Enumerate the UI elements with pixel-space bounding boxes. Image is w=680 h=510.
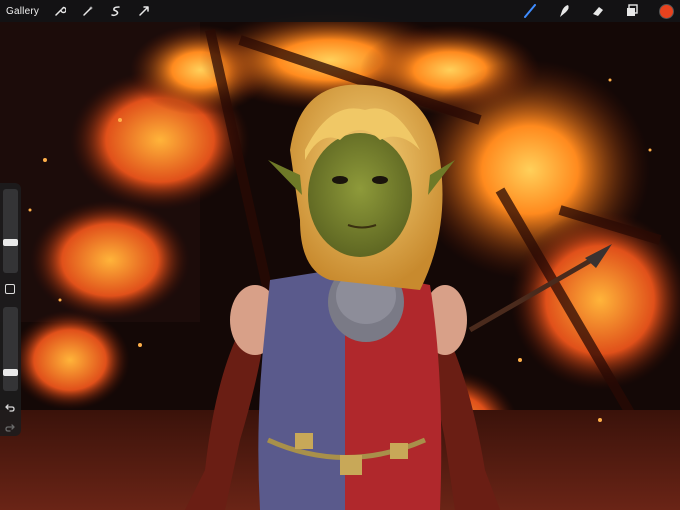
selection-icon[interactable]	[109, 4, 123, 18]
eraser-icon[interactable]	[591, 4, 605, 18]
color-picker-button[interactable]	[659, 3, 674, 19]
redo-icon[interactable]	[4, 421, 16, 433]
opacity-slider[interactable]	[3, 307, 18, 391]
smudge-icon[interactable]	[557, 4, 571, 18]
transform-arrow-icon[interactable]	[137, 4, 151, 18]
modify-button[interactable]	[5, 284, 15, 294]
top-toolbar: Gallery	[0, 0, 680, 22]
drawing-canvas[interactable]	[0, 0, 680, 510]
left-sidebar	[0, 183, 21, 436]
wrench-icon[interactable]	[53, 4, 67, 18]
brush-size-slider[interactable]	[3, 189, 18, 273]
brush-size-thumb[interactable]	[3, 239, 18, 246]
brush-icon[interactable]	[523, 4, 537, 18]
gallery-button[interactable]: Gallery	[6, 6, 39, 17]
layers-icon[interactable]	[625, 4, 639, 18]
undo-icon[interactable]	[4, 401, 16, 413]
magic-wand-icon[interactable]	[81, 4, 95, 18]
opacity-thumb[interactable]	[3, 369, 18, 376]
